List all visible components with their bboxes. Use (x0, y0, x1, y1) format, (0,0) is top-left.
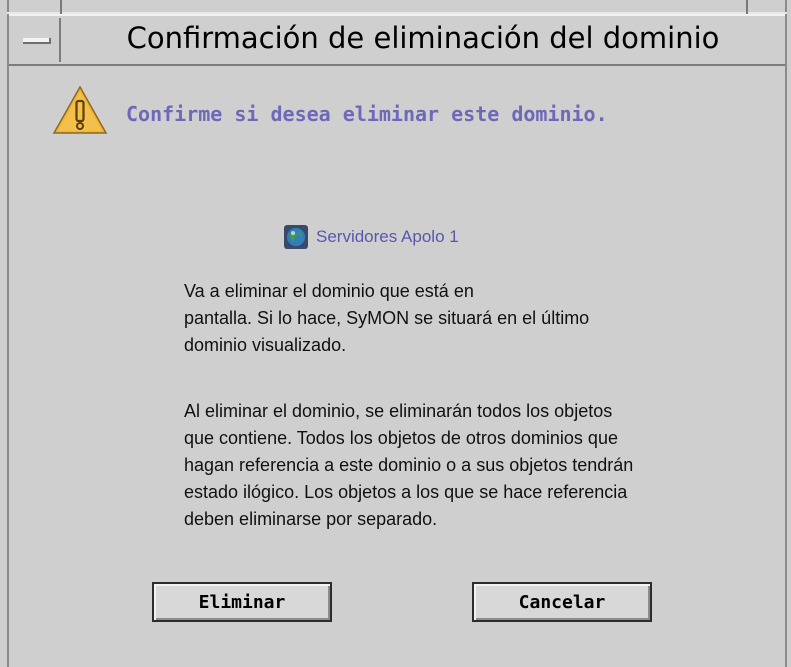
paragraph-line: Va a eliminar el dominio que está en (184, 281, 474, 301)
window-title: Confirmación de eliminación del dominio (126, 21, 720, 55)
warning-icon (52, 85, 108, 134)
dialog-heading: Confirme si desea eliminar este dominio. (126, 102, 608, 126)
window-frame-right (785, 0, 787, 667)
paragraph-line: hagan referencia a este dominio o a sus … (184, 455, 634, 475)
dialog-content: Confirme si desea eliminar este dominio.… (9, 66, 785, 667)
domain-row: Servidores Apolo 1 (284, 225, 459, 249)
paragraph-line: que contiene. Todos los objetos de otros… (184, 428, 618, 448)
paragraph-line: dominio visualizado. (184, 335, 347, 355)
dialog-window: Confirmación de eliminación del dominio … (0, 0, 791, 667)
window-menu-button[interactable] (11, 18, 61, 62)
description-paragraph-2: Al eliminar el dominio, se eliminarán to… (184, 398, 784, 533)
paragraph-line: estado ilógico. Los objetos a los que se… (184, 482, 628, 502)
window-menu-icon (23, 38, 51, 44)
paragraph-line: deben eliminarse por separado. (184, 509, 438, 529)
resize-handle-top-left[interactable] (60, 0, 62, 14)
domain-name: Servidores Apolo 1 (316, 227, 459, 246)
globe-icon (284, 225, 308, 249)
resize-handle-top-right[interactable] (746, 0, 748, 14)
cancel-button[interactable]: Cancelar (472, 582, 652, 622)
paragraph-line: Al eliminar el dominio, se eliminarán to… (184, 401, 613, 421)
title-bar[interactable]: Confirmación de eliminación del dominio (9, 14, 785, 66)
description-paragraph-1: Va a eliminar el dominio que está en pan… (184, 278, 784, 359)
paragraph-line: pantalla. Si lo hace, SyMON se situará e… (184, 308, 590, 328)
delete-button[interactable]: Eliminar (152, 582, 332, 622)
